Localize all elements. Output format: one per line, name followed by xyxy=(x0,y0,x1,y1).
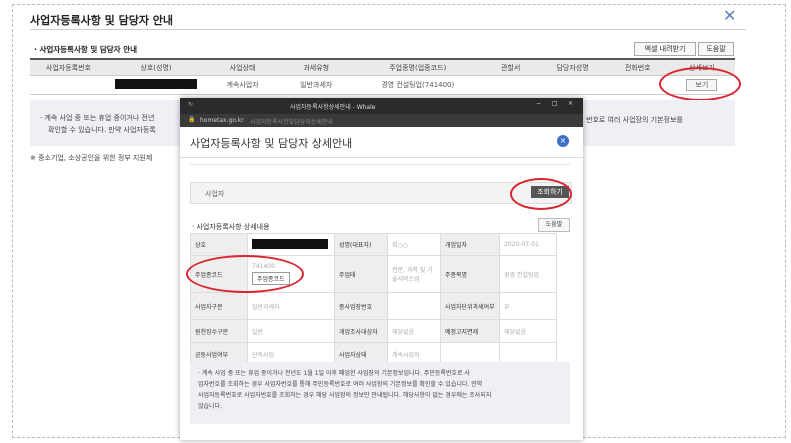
col-header: 상호(성명) xyxy=(106,59,206,76)
detail-row: 원천징수구분 일반 개업조사대상자 해당없음 예정고지면제 해당없음 xyxy=(190,319,557,343)
popup-notice-line: 업자번호를 조회하는 경우 사업자번호를 통해 주민등록번호로 여러 사업장의 … xyxy=(198,381,483,388)
detail-value: 해당없음 xyxy=(387,319,441,343)
popup-close-icon[interactable]: × xyxy=(557,135,569,147)
popup-notice-line: 사업자등록번호로 사업자번호를 조회하는 경우 해당 사업장의 정보만 안내됩니… xyxy=(198,392,492,399)
detail-value xyxy=(387,292,441,320)
url-host[interactable]: hometax.go.kr xyxy=(200,117,244,124)
detail-label: 성명(대표자) xyxy=(334,233,388,256)
highlight-view-circle xyxy=(659,67,741,101)
col-header: 주업종명(업종코드) xyxy=(352,59,483,76)
lock-icon: 🔒 xyxy=(188,116,196,123)
divider xyxy=(190,164,570,165)
popup-header: 사업자등록사항 및 담당자 상세안내 × xyxy=(180,127,583,158)
col-header: 전화번호 xyxy=(606,59,669,76)
detail-value xyxy=(247,233,335,256)
col-header: 과세유형 xyxy=(279,59,353,76)
close-icon[interactable]: ✕ xyxy=(723,6,736,25)
detail-value: 2020-07-01 xyxy=(499,233,557,256)
detail-label: 사업자단위과세여부 xyxy=(440,292,500,320)
detail-value: 전문, 과학 및 기술서비스업 xyxy=(387,255,441,293)
detail-label: 주종목명 xyxy=(440,255,500,293)
detail-value: 경영 컨설팅업 xyxy=(499,255,557,293)
detail-value: 최○○ xyxy=(387,233,441,256)
detail-row: 상호 성명(대표자) 최○○ 개업일자 2020-07-01 xyxy=(190,233,557,256)
detail-label: 종사업장번호 xyxy=(334,292,388,320)
popup-help-button[interactable]: 도움말 xyxy=(538,218,570,232)
window-title: 사업자등록사항상세안내 - Whale xyxy=(290,104,376,111)
minimize-icon[interactable]: − xyxy=(536,100,541,107)
detail-row: 사업자구분 일반과세자 종사업장번호 사업자단위과세여부 부 xyxy=(190,292,557,320)
section-title: · 사업자등록사항 및 담당자 안내 xyxy=(34,45,137,54)
popup-notice-line: · 계속 사업 중 또는 휴업 중이거나 전년도 1월 1일 이후 폐업한 사업… xyxy=(198,370,470,377)
status-cell: 계속사업자 xyxy=(205,75,280,95)
refresh-icon[interactable]: ↻ xyxy=(188,101,193,108)
notice-line: · 계속 사업 중 또는 휴업 중이거나 전년 xyxy=(40,114,155,122)
popup-notice: · 계속 사업 중 또는 휴업 중이거나 전년도 1월 1일 이후 폐업한 사업… xyxy=(190,362,570,424)
detail-value: 일반 xyxy=(247,319,335,343)
popup-urlbar: 🔒 hometax.go.kr 사업자등록사항및담당자상세안내 xyxy=(180,114,583,127)
url-path: 사업자등록사항및담당자상세안내 xyxy=(250,119,333,126)
detail-label: 상호 xyxy=(190,233,248,256)
help-button[interactable]: 도움말 xyxy=(698,42,734,56)
col-header: 관할서 xyxy=(482,59,539,76)
col-header: 사업자등록번호 xyxy=(30,59,107,76)
search-label: 사업자 xyxy=(205,190,225,198)
maximize-icon[interactable]: □ xyxy=(552,100,558,107)
popup-titlebar: ↻ 사업자등록사항상세안내 - Whale − □ × xyxy=(180,98,583,114)
highlight-search-circle xyxy=(510,178,572,210)
title-divider xyxy=(30,29,746,30)
notice-line: 확인할 수 있습니다. 만약 사업자등록 xyxy=(48,126,156,134)
detail-section-title: · 사업자등록사항 상세내용 xyxy=(192,223,270,231)
detail-value: 해당없음 xyxy=(499,319,557,343)
excel-download-button[interactable]: 엑셀 내려받기 xyxy=(634,42,696,56)
redacted-name xyxy=(252,238,328,249)
detail-value: 부 xyxy=(499,292,557,320)
notice-line: 번호로 여러 사업장의 기본정보를 xyxy=(586,116,683,124)
page-title: 사업자등록사항 및 담당자 안내 xyxy=(30,14,174,27)
business-table: 사업자등록번호 상호(성명) 사업상태 과세유형 주업종명(업종코드) 관할서 … xyxy=(30,58,735,95)
detail-label: 개업조사대상자 xyxy=(334,319,388,343)
detail-label: 개업일자 xyxy=(440,233,500,256)
detail-label: 예정고지면제 xyxy=(440,319,500,343)
popup-title: 사업자등록사항 및 담당자 상세안내 xyxy=(190,137,353,150)
detail-value: 일반과세자 xyxy=(247,292,335,320)
col-header: 담당자성명 xyxy=(538,59,607,76)
tax-type-cell: 일반과세자 xyxy=(279,75,353,95)
detail-label: 사업자구분 xyxy=(190,292,248,320)
side-note: ※ 중소기업, 소상공인을 위한 정부 지원제 xyxy=(30,154,153,162)
popup-notice-line: 않습니다. xyxy=(198,403,222,410)
col-header: 사업상태 xyxy=(205,59,280,76)
table-row: 계속사업자 일반과세자 경영 컨설팅업(741400) 보기 xyxy=(30,75,735,95)
highlight-code-circle xyxy=(186,255,304,293)
redacted-name xyxy=(115,79,198,89)
detail-label: 원천징수구분 xyxy=(190,319,248,343)
detail-table: 상호 성명(대표자) 최○○ 개업일자 2020-07-01 주업종코드 741… xyxy=(190,233,557,366)
table-header-row: 사업자등록번호 상호(성명) 사업상태 과세유형 주업종명(업종코드) 관할서 … xyxy=(30,59,735,76)
detail-label: 주업태 xyxy=(334,255,388,293)
industry-cell: 경영 컨설팅업(741400) xyxy=(352,75,483,95)
window-close-icon[interactable]: × xyxy=(568,100,573,107)
